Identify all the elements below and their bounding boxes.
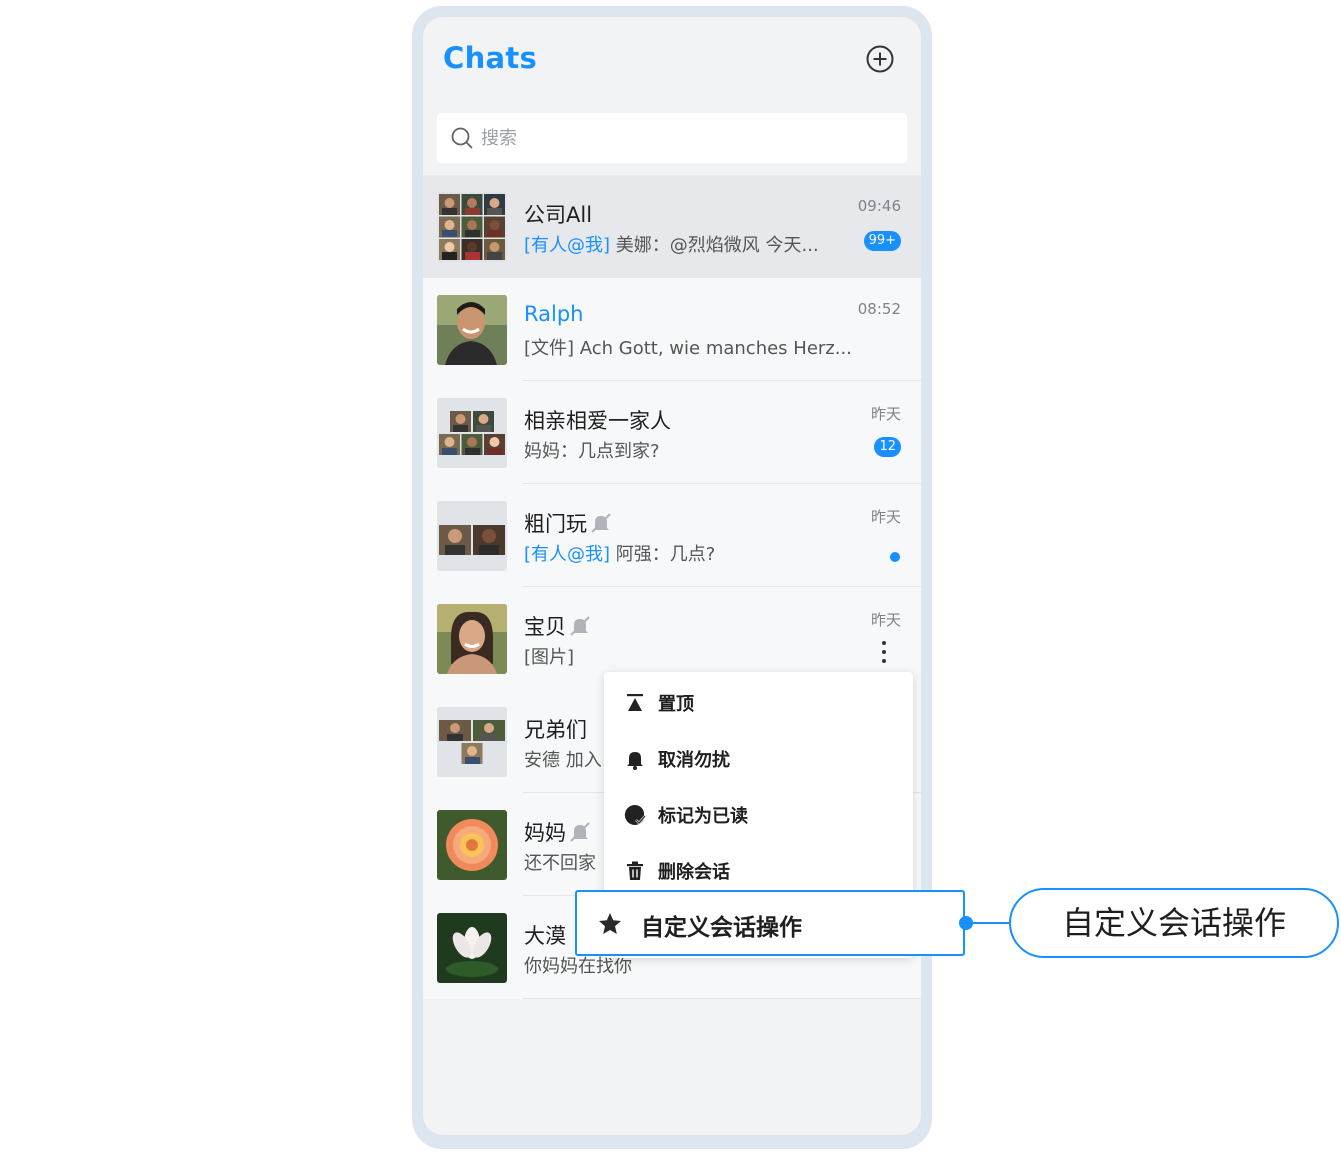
mute-bell-icon bbox=[570, 822, 590, 842]
chat-time: 昨天 bbox=[870, 405, 901, 423]
callout-anchor-dot bbox=[959, 916, 973, 930]
bell-icon bbox=[627, 752, 643, 770]
chat-preview: 安德 加入 bbox=[524, 750, 602, 771]
chat-time: 昨天 bbox=[870, 508, 901, 526]
chat-preview: 还不回家 bbox=[524, 853, 596, 874]
callout-label: 自定义会话操作 bbox=[1009, 888, 1339, 958]
pin-top-icon bbox=[627, 694, 643, 711]
chat-preview: [有人@我] 阿强：几点? bbox=[524, 544, 716, 565]
chat-time: 昨天 bbox=[870, 611, 901, 629]
trash-icon bbox=[627, 861, 643, 880]
chat-name: 妈妈 bbox=[524, 817, 592, 847]
mute-bell-icon bbox=[570, 616, 590, 636]
menu-item-unmute[interactable]: 取消勿扰 bbox=[604, 734, 913, 784]
unread-badge: 12 bbox=[874, 437, 901, 457]
chat-time: 09:46 bbox=[857, 197, 901, 215]
chat-preview: [文件] Ach Gott, wie manches Herz... bbox=[524, 338, 852, 359]
group-avatar bbox=[437, 192, 507, 262]
chat-preview: [图片] bbox=[524, 647, 575, 668]
unread-badge: 99+ bbox=[863, 231, 901, 251]
mute-bell-icon bbox=[591, 513, 611, 533]
divider bbox=[523, 998, 921, 999]
chat-preview: [有人@我] 美娜：@烈焰微风 今天... bbox=[524, 235, 819, 256]
chat-name: 粗门玩 bbox=[524, 508, 613, 538]
chat-name: 宝贝 bbox=[524, 611, 592, 641]
menu-item-pin[interactable]: 置顶 bbox=[604, 678, 913, 728]
chat-preview: 妈妈：几点到家? bbox=[524, 441, 660, 462]
group-avatar bbox=[437, 398, 507, 468]
search-icon bbox=[451, 127, 473, 149]
group-avatar bbox=[437, 501, 507, 571]
menu-item-delete[interactable]: 删除会话 bbox=[604, 846, 913, 896]
chat-item-company-all[interactable]: 公司All [有人@我] 美娜：@烈焰微风 今天... 09:46 99+ bbox=[423, 175, 921, 278]
star-icon bbox=[599, 913, 621, 934]
avatar bbox=[437, 810, 507, 880]
chat-item-ralph[interactable]: Ralph [文件] Ach Gott, wie manches Herz...… bbox=[423, 278, 921, 381]
group-avatar bbox=[437, 707, 507, 777]
avatar bbox=[437, 295, 507, 365]
search-bar[interactable] bbox=[437, 113, 907, 163]
chat-name: 大漠 bbox=[524, 924, 566, 948]
menu-item-custom-action[interactable]: 自定义会话操作 bbox=[575, 890, 965, 956]
chat-item-family[interactable]: 相亲相爱一家人 妈妈：几点到家? 昨天 12 bbox=[423, 381, 921, 484]
chat-name: 公司All bbox=[524, 203, 593, 227]
chat-item-cumenwan[interactable]: 粗门玩 [有人@我] 阿强：几点? 昨天 bbox=[423, 484, 921, 587]
plus-circle-icon[interactable] bbox=[866, 45, 894, 73]
chat-list-screen: Chats 公司All [有 bbox=[423, 17, 921, 1135]
chat-time: 08:52 bbox=[857, 300, 901, 318]
mark-read-icon bbox=[624, 804, 646, 825]
avatar bbox=[437, 604, 507, 674]
chat-name: Ralph bbox=[524, 302, 584, 326]
unread-dot bbox=[890, 552, 900, 562]
avatar bbox=[437, 913, 507, 983]
search-input[interactable] bbox=[481, 113, 881, 163]
more-vertical-icon[interactable] bbox=[877, 639, 891, 665]
page-title: Chats bbox=[443, 41, 538, 75]
menu-item-mark-read[interactable]: 标记为已读 bbox=[604, 790, 913, 840]
chat-name: 兄弟们 bbox=[524, 718, 587, 742]
chat-name: 相亲相爱一家人 bbox=[524, 409, 671, 433]
